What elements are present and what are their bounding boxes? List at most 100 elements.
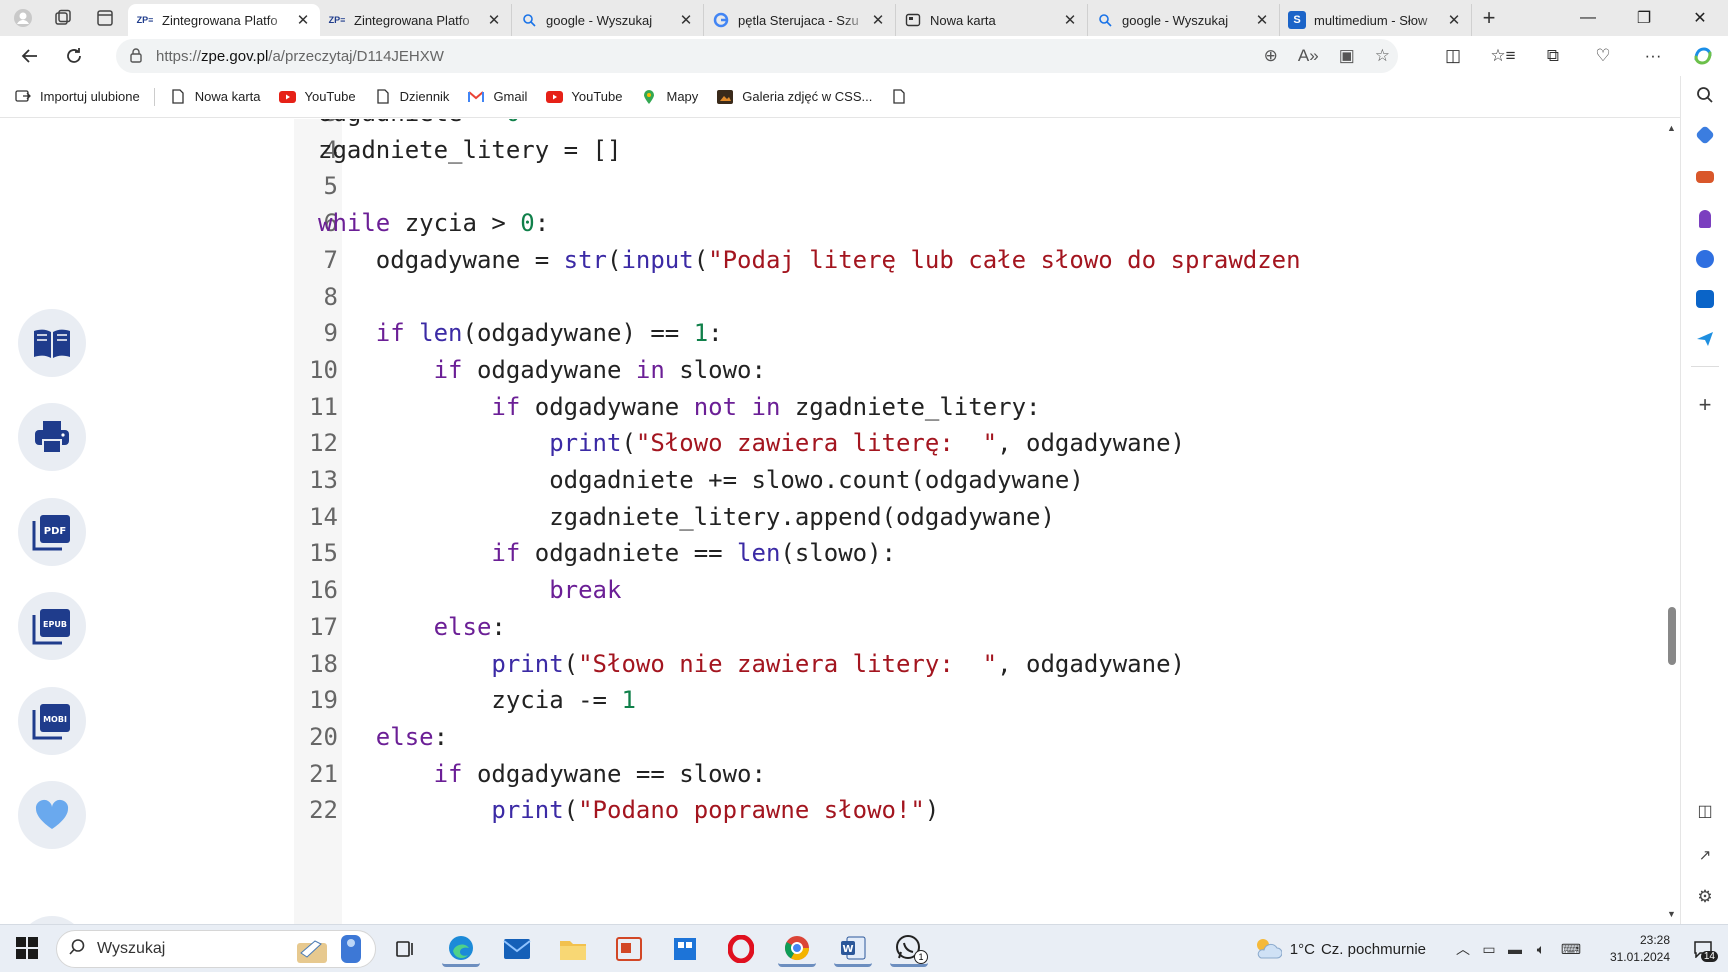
- more-tools-button[interactable]: [18, 916, 86, 924]
- code-line[interactable]: 21 if odgadywane == slowo:: [294, 754, 1372, 794]
- hide-sidebar-icon[interactable]: ◫: [1681, 796, 1728, 826]
- close-tab-icon[interactable]: ✕: [1445, 11, 1463, 29]
- keyboard-icon[interactable]: ⌨: [1554, 941, 1588, 958]
- tab-6[interactable]: google - Wyszukaj ✕: [1088, 4, 1280, 36]
- code-line[interactable]: 5: [294, 166, 1372, 206]
- close-tab-icon[interactable]: ✕: [1253, 11, 1271, 29]
- bookmark-9[interactable]: [890, 89, 916, 105]
- scroll-down-arrow-icon[interactable]: ▼: [1667, 909, 1676, 919]
- battery-icon[interactable]: ▬: [1502, 941, 1528, 957]
- mobi-button[interactable]: MOBI: [18, 687, 86, 755]
- code-line[interactable]: 18 print("Słowo nie zawiera litery: ", od…: [294, 644, 1372, 684]
- clock[interactable]: 23:28 31.01.2024: [1588, 932, 1670, 966]
- bookmark-1[interactable]: Importuj ulubione: [14, 89, 140, 105]
- bookmark-7[interactable]: Mapy: [640, 89, 698, 105]
- code-line[interactable]: 20 else:: [294, 717, 1372, 757]
- address-bar[interactable]: https://zpe.gov.pl/a/przeczytaj/D114JEHX…: [116, 39, 1398, 73]
- taskbar-word[interactable]: W: [834, 931, 872, 967]
- taskbar-opera[interactable]: [722, 931, 760, 967]
- code-line[interactable]: 9 if len(odgadywane) == 1:: [294, 313, 1372, 353]
- minimize-button[interactable]: —: [1560, 0, 1616, 36]
- taskbar-file-explorer[interactable]: [554, 931, 592, 967]
- sidebar-search-icon[interactable]: [1681, 80, 1728, 110]
- new-tab-button[interactable]: +: [1472, 2, 1506, 34]
- code-line[interactable]: 12 print("Słowo zawiera literę: ", odgady…: [294, 423, 1372, 463]
- sidebar-settings-icon[interactable]: ⚙: [1681, 882, 1728, 912]
- taskbar-whatsapp[interactable]: 1: [890, 931, 928, 967]
- meet-now-icon[interactable]: ▭: [1476, 941, 1502, 958]
- outlook-icon[interactable]: [1681, 284, 1728, 314]
- immersive-reader-icon[interactable]: ▣: [1339, 46, 1355, 66]
- scroll-up-arrow-icon[interactable]: ▲: [1667, 123, 1676, 133]
- lock-icon[interactable]: [116, 47, 156, 66]
- print-button[interactable]: [18, 403, 86, 471]
- bookmark-8[interactable]: Galeria zdjęć w CSS...: [716, 89, 872, 105]
- bookmark-6[interactable]: YouTube: [545, 89, 622, 105]
- shopping-icon[interactable]: [1681, 120, 1728, 150]
- weather-widget[interactable]: 1°C Cz. pochmurnie: [1252, 936, 1426, 962]
- start-button[interactable]: [16, 937, 38, 959]
- browser-essentials-icon[interactable]: ♡: [1578, 38, 1628, 74]
- taskbar-search[interactable]: Wyszukaj: [56, 930, 376, 968]
- url-text[interactable]: https://zpe.gov.pl/a/przeczytaj/D114JEHX…: [156, 48, 444, 65]
- workspaces-icon[interactable]: [48, 3, 78, 33]
- page-scrollbar[interactable]: ▲ ▼: [1664, 119, 1680, 924]
- back-button[interactable]: [10, 38, 50, 74]
- read-aloud-icon[interactable]: A»: [1298, 46, 1319, 66]
- tab-4[interactable]: pętla Sterujaca - Szu ✕: [704, 4, 896, 36]
- taskbar-edge[interactable]: [442, 931, 480, 967]
- zoom-icon[interactable]: ⊕: [1264, 46, 1278, 66]
- drop-icon[interactable]: [1681, 324, 1728, 354]
- tab-actions-icon[interactable]: [90, 3, 120, 33]
- favorite-star-icon[interactable]: ☆: [1375, 46, 1390, 66]
- scrollbar-thumb[interactable]: [1668, 607, 1676, 665]
- add-sidebar-app-icon[interactable]: +: [1681, 390, 1728, 420]
- code-line[interactable]: 22 print("Podano poprawne słowo!"): [294, 790, 1372, 830]
- code-line[interactable]: 17 else:: [294, 607, 1372, 647]
- tab-3[interactable]: google - Wyszukaj ✕: [512, 4, 704, 36]
- pdf-button[interactable]: PDF: [18, 498, 86, 566]
- close-tab-icon[interactable]: ✕: [869, 11, 887, 29]
- volume-icon[interactable]: 🔈︎: [1528, 941, 1554, 958]
- more-menu-icon[interactable]: ···: [1628, 38, 1678, 74]
- bookmark-4[interactable]: Dziennik: [374, 89, 449, 105]
- collections-icon[interactable]: ⧉: [1528, 38, 1578, 74]
- microsoft365-icon[interactable]: [1681, 244, 1728, 274]
- favorites-icon[interactable]: ☆≡: [1478, 38, 1528, 74]
- taskbar-chrome[interactable]: [778, 931, 816, 967]
- tab-2[interactable]: ZP≡ Zintegrowana Platfo ✕: [320, 4, 512, 36]
- close-tab-icon[interactable]: ✕: [294, 11, 312, 29]
- code-line[interactable]: 15 if odgadniete == len(slowo):: [294, 533, 1372, 573]
- notification-center-icon[interactable]: 14: [1688, 934, 1718, 964]
- code-line[interactable]: 19 zycia -= 1: [294, 680, 1372, 720]
- show-hidden-icons-icon[interactable]: ︿: [1450, 939, 1476, 959]
- favorite-button[interactable]: [18, 781, 86, 849]
- taskbar-office[interactable]: [610, 931, 648, 967]
- taskbar-store[interactable]: [666, 931, 704, 967]
- code-line[interactable]: 6 while zycia > 0:: [294, 203, 1372, 243]
- restore-button[interactable]: ❐: [1616, 0, 1672, 36]
- close-tab-icon[interactable]: ✕: [1061, 11, 1079, 29]
- code-line[interactable]: 11 if odgadywane not in zgadniete_litery:: [294, 387, 1372, 427]
- tab-5[interactable]: Nowa karta ✕: [896, 4, 1088, 36]
- code-line[interactable]: 7 odgadywane = str(input("Podaj literę lu…: [294, 240, 1372, 280]
- bookmark-2[interactable]: Nowa karta: [169, 89, 260, 105]
- split-screen-icon[interactable]: ◫: [1428, 38, 1478, 74]
- tools-icon[interactable]: [1681, 162, 1728, 192]
- bookmark-3[interactable]: YouTube: [278, 89, 356, 105]
- code-line[interactable]: 14 zgadniete_litery.append(odgadywane): [294, 497, 1372, 537]
- code-line[interactable]: 13 odgadniete += slowo.count(odgadywane): [294, 460, 1372, 500]
- code-line[interactable]: 16 break: [294, 570, 1372, 610]
- epub-button[interactable]: EPUB: [18, 592, 86, 660]
- bookmark-5[interactable]: Gmail: [467, 89, 527, 105]
- copilot-icon[interactable]: [1678, 38, 1728, 74]
- games-icon[interactable]: [1681, 204, 1728, 234]
- tab-7[interactable]: Smultimedium - Słow ✕: [1280, 4, 1472, 36]
- task-view-button[interactable]: [386, 931, 424, 967]
- profile-icon[interactable]: [8, 3, 38, 33]
- refresh-button[interactable]: [54, 38, 94, 74]
- code-line[interactable]: 10 if odgadywane in slowo:: [294, 350, 1372, 390]
- code-line[interactable]: 4 zgadniete_litery = []: [294, 130, 1372, 170]
- taskbar-mail[interactable]: [498, 931, 536, 967]
- external-link-icon[interactable]: ↗: [1681, 840, 1728, 870]
